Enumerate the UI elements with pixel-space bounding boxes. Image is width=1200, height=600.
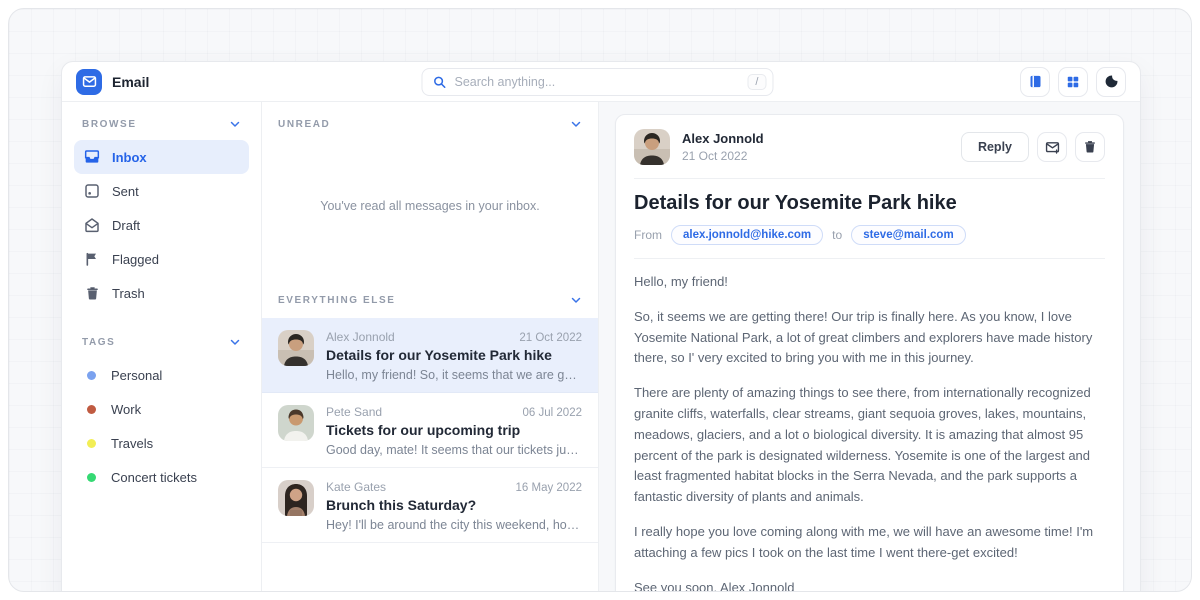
sidebar-item-label: Draft <box>112 218 140 233</box>
email-list-item-brunch-saturday[interactable]: Kate Gates 16 May 2022 Brunch this Satur… <box>262 468 598 543</box>
email-app-logo <box>76 69 102 95</box>
search-bar[interactable]: / <box>421 68 773 96</box>
email-date: 16 May 2022 <box>516 482 583 494</box>
tag-item-work[interactable]: Work <box>74 392 249 426</box>
tag-label: Work <box>111 402 141 417</box>
unread-section: UNREAD You've read all messages in your … <box>262 102 598 278</box>
reply-button[interactable]: Reply <box>961 132 1029 162</box>
sidebar-item-sent[interactable]: Sent <box>74 174 249 208</box>
app-title: Email <box>112 74 149 90</box>
reader-date: 21 Oct 2022 <box>682 149 764 163</box>
avatar-pete-sand <box>278 405 314 441</box>
tag-item-travels[interactable]: Travels <box>74 426 249 460</box>
email-reader-card: Alex Jonnold 21 Oct 2022 Reply <box>615 114 1124 592</box>
from-email-chip[interactable]: alex.jonnold@hike.com <box>671 225 823 245</box>
dark-mode-toggle-button[interactable] <box>1096 67 1126 97</box>
email-sender: Pete Sand <box>326 405 382 419</box>
reader-panel: Alex Jonnold 21 Oct 2022 Reply <box>599 102 1140 592</box>
avatar-kate-gates <box>278 480 314 516</box>
tag-label: Personal <box>111 368 162 383</box>
tags-collapse-chevron-down-icon[interactable] <box>229 336 241 348</box>
avatar-alex-jonnold <box>278 330 314 366</box>
apps-grid-button[interactable] <box>1058 67 1088 97</box>
body-paragraph: I really hope you love coming along with… <box>634 522 1105 564</box>
tag-color-dot <box>87 473 96 482</box>
everything-else-section-title: EVERYTHING ELSE <box>278 295 396 306</box>
flag-icon <box>84 251 100 267</box>
browse-section-title: BROWSE <box>82 119 137 130</box>
envelope-plus-icon <box>1045 140 1060 155</box>
tag-color-dot <box>87 371 96 380</box>
sidebar: BROWSE Inbox Sent <box>62 102 262 592</box>
email-snippet: Good day, mate! It seems that our ticket… <box>326 443 582 457</box>
forward-mail-button[interactable] <box>1037 132 1067 162</box>
sidebar-item-label: Flagged <box>112 252 159 267</box>
email-sender: Kate Gates <box>326 480 386 494</box>
trash-icon <box>1083 140 1097 154</box>
tag-item-concert-tickets[interactable]: Concert tickets <box>74 460 249 494</box>
sent-icon <box>84 183 100 199</box>
tag-item-personal[interactable]: Personal <box>74 358 249 392</box>
unread-collapse-chevron-down-icon[interactable] <box>570 118 582 130</box>
email-list-item-yosemite-hike[interactable]: Alex Jonnold 21 Oct 2022 Details for our… <box>262 318 598 393</box>
from-to-row: From alex.jonnold@hike.com to steve@mail… <box>634 225 1105 245</box>
open-envelope-icon <box>84 217 100 233</box>
moon-icon <box>1104 74 1119 89</box>
appbar-actions <box>1020 67 1126 97</box>
email-snippet: Hello, my friend! So, it seems that we a… <box>326 368 582 382</box>
grid-icon <box>1066 75 1080 89</box>
divider <box>634 258 1105 259</box>
email-subject: Details for our Yosemite Park hike <box>326 347 582 363</box>
divider <box>634 178 1105 179</box>
email-body: Hello, my friend! So, it seems we are ge… <box>634 272 1105 592</box>
unread-section-title: UNREAD <box>278 119 330 130</box>
message-list-column: UNREAD You've read all messages in your … <box>262 102 599 592</box>
sidebar-item-draft[interactable]: Draft <box>74 208 249 242</box>
unread-empty-message: You've read all messages in your inbox. <box>262 138 598 278</box>
everything-else-collapse-chevron-down-icon[interactable] <box>570 294 582 306</box>
body-signature: See you soon, Alex Jonnold <box>634 578 1105 592</box>
to-email-chip[interactable]: steve@mail.com <box>851 225 965 245</box>
email-date: 06 Jul 2022 <box>523 407 582 419</box>
sidebar-item-flagged[interactable]: Flagged <box>74 242 249 276</box>
tag-label: Travels <box>111 436 153 451</box>
reader-subject: Details for our Yosemite Park hike <box>634 192 1105 215</box>
tags-section-title: TAGS <box>82 337 115 348</box>
tag-color-dot <box>87 439 96 448</box>
inbox-icon <box>84 149 100 165</box>
address-book-button[interactable] <box>1020 67 1050 97</box>
browse-collapse-chevron-down-icon[interactable] <box>229 118 241 130</box>
reader-sender-name: Alex Jonnold <box>682 131 764 146</box>
sidebar-item-label: Sent <box>112 184 139 199</box>
body-paragraph: So, it seems we are getting there! Our t… <box>634 307 1105 369</box>
to-label: to <box>832 228 842 242</box>
email-app-window: Email / <box>61 61 1141 592</box>
email-date: 21 Oct 2022 <box>519 332 582 344</box>
delete-mail-button[interactable] <box>1075 132 1105 162</box>
email-snippet: Hey! I'll be around the city this weeken… <box>326 518 582 532</box>
page-background-frame: Email / <box>8 8 1192 592</box>
email-sender: Alex Jonnold <box>326 330 395 344</box>
sidebar-item-label: Trash <box>112 286 145 301</box>
sidebar-item-inbox[interactable]: Inbox <box>74 140 249 174</box>
search-icon <box>432 75 446 89</box>
sidebar-item-trash[interactable]: Trash <box>74 276 249 310</box>
sidebar-item-label: Inbox <box>112 150 147 165</box>
body-paragraph: Hello, my friend! <box>634 272 1105 293</box>
app-header: Email / <box>62 62 1140 102</box>
trash-icon <box>84 286 100 301</box>
search-shortcut-badge: / <box>747 74 766 90</box>
book-icon <box>1028 74 1043 89</box>
email-list-item-tickets-trip[interactable]: Pete Sand 06 Jul 2022 Tickets for our up… <box>262 393 598 468</box>
tag-color-dot <box>87 405 96 414</box>
email-subject: Tickets for our upcoming trip <box>326 422 582 438</box>
body-paragraph: There are plenty of amazing things to se… <box>634 383 1105 508</box>
tag-label: Concert tickets <box>111 470 197 485</box>
envelope-logo-icon <box>82 74 97 89</box>
search-input[interactable] <box>454 75 747 89</box>
from-label: From <box>634 228 662 242</box>
email-subject: Brunch this Saturday? <box>326 497 582 513</box>
avatar-alex-jonnold-reader <box>634 129 670 165</box>
